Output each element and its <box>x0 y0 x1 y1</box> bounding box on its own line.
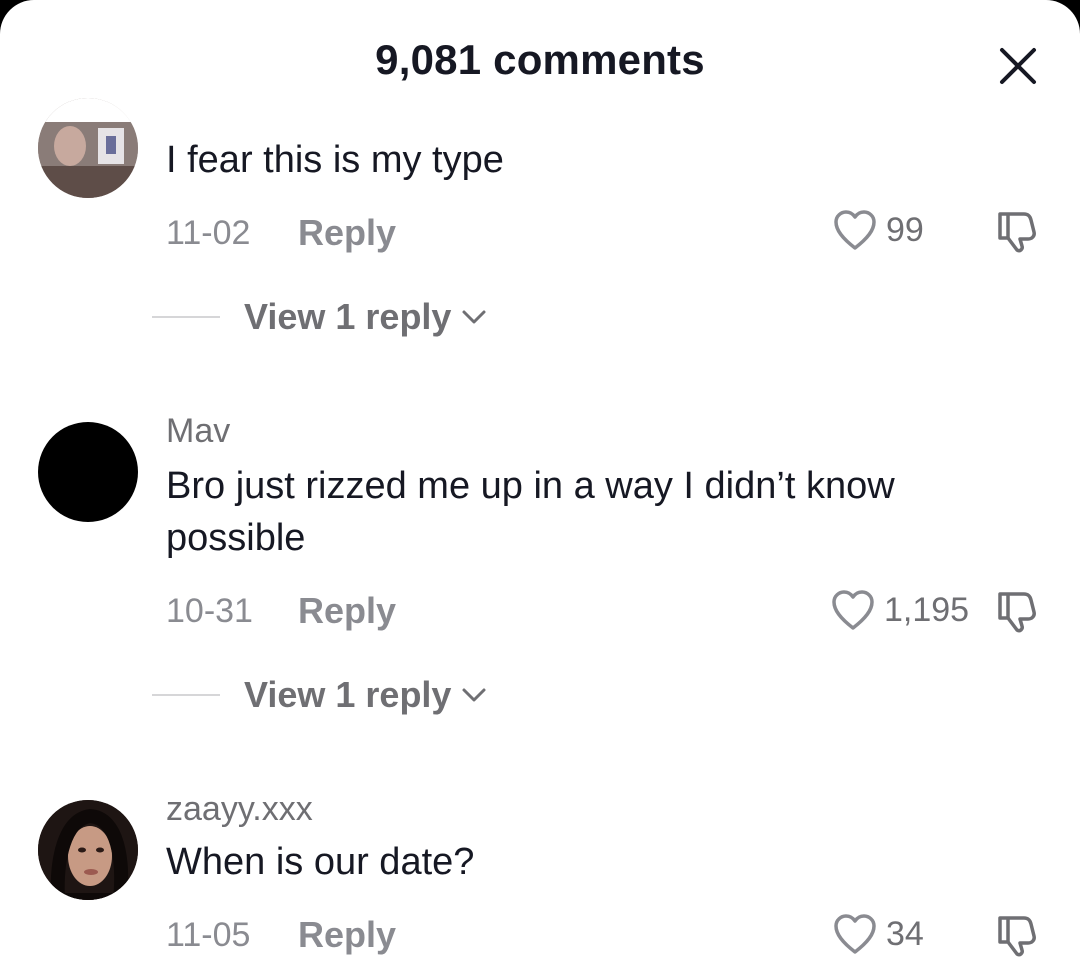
like-count: 99 <box>886 210 924 249</box>
chevron-down-icon <box>462 688 486 702</box>
comment-text: Bro just rizzed me up in a way I didn’t … <box>166 465 895 559</box>
comment-username[interactable]: Mav <box>166 412 230 451</box>
comments-count-title: 9,081 comments <box>375 36 705 83</box>
like-count: 1,195 <box>884 590 970 629</box>
comment-date: 11-02 <box>166 214 251 252</box>
view-replies-label: View 1 reply <box>244 296 452 337</box>
reply-button[interactable]: Reply <box>298 590 396 632</box>
divider-line <box>152 316 220 318</box>
heart-outline-icon <box>834 914 876 954</box>
chevron-down-icon <box>462 310 486 324</box>
view-replies-button[interactable]: View 1 reply <box>152 674 487 716</box>
comments-sheet: 9,081 comments I fear this is my type 11… <box>0 0 1080 963</box>
dislike-button[interactable] <box>994 206 1042 254</box>
avatar-photo <box>38 800 138 900</box>
close-button[interactable] <box>996 44 1040 88</box>
reply-button[interactable]: Reply <box>298 914 396 956</box>
comment-text: When is our date? <box>166 841 475 883</box>
thumbs-down-icon <box>998 916 1036 957</box>
view-replies-label: View 1 reply <box>244 674 452 715</box>
avatar[interactable] <box>38 98 138 198</box>
comment-date: 11-05 <box>166 916 251 954</box>
comment-date: 10-31 <box>166 592 253 630</box>
avatar-photo <box>38 98 138 198</box>
like-button[interactable]: 34 <box>832 912 924 956</box>
like-button[interactable]: 99 <box>832 208 924 252</box>
comment-text: I fear this is my type <box>166 139 504 181</box>
reply-button[interactable]: Reply <box>298 212 396 254</box>
thumbs-down-icon <box>998 212 1036 253</box>
view-replies-button[interactable]: View 1 reply <box>152 296 487 338</box>
divider-line <box>152 694 220 696</box>
close-icon <box>1000 48 1036 84</box>
avatar[interactable] <box>38 422 138 522</box>
thumbs-down-icon <box>998 592 1036 633</box>
like-count: 34 <box>886 914 924 953</box>
heart-outline-icon <box>834 210 876 250</box>
heart-outline-icon <box>832 590 874 630</box>
like-button[interactable]: 1,195 <box>830 588 969 632</box>
dislike-button[interactable] <box>994 586 1042 634</box>
avatar[interactable] <box>38 800 138 900</box>
dislike-button[interactable] <box>994 910 1042 958</box>
comment-username[interactable]: zaayy.xxx <box>166 790 313 829</box>
